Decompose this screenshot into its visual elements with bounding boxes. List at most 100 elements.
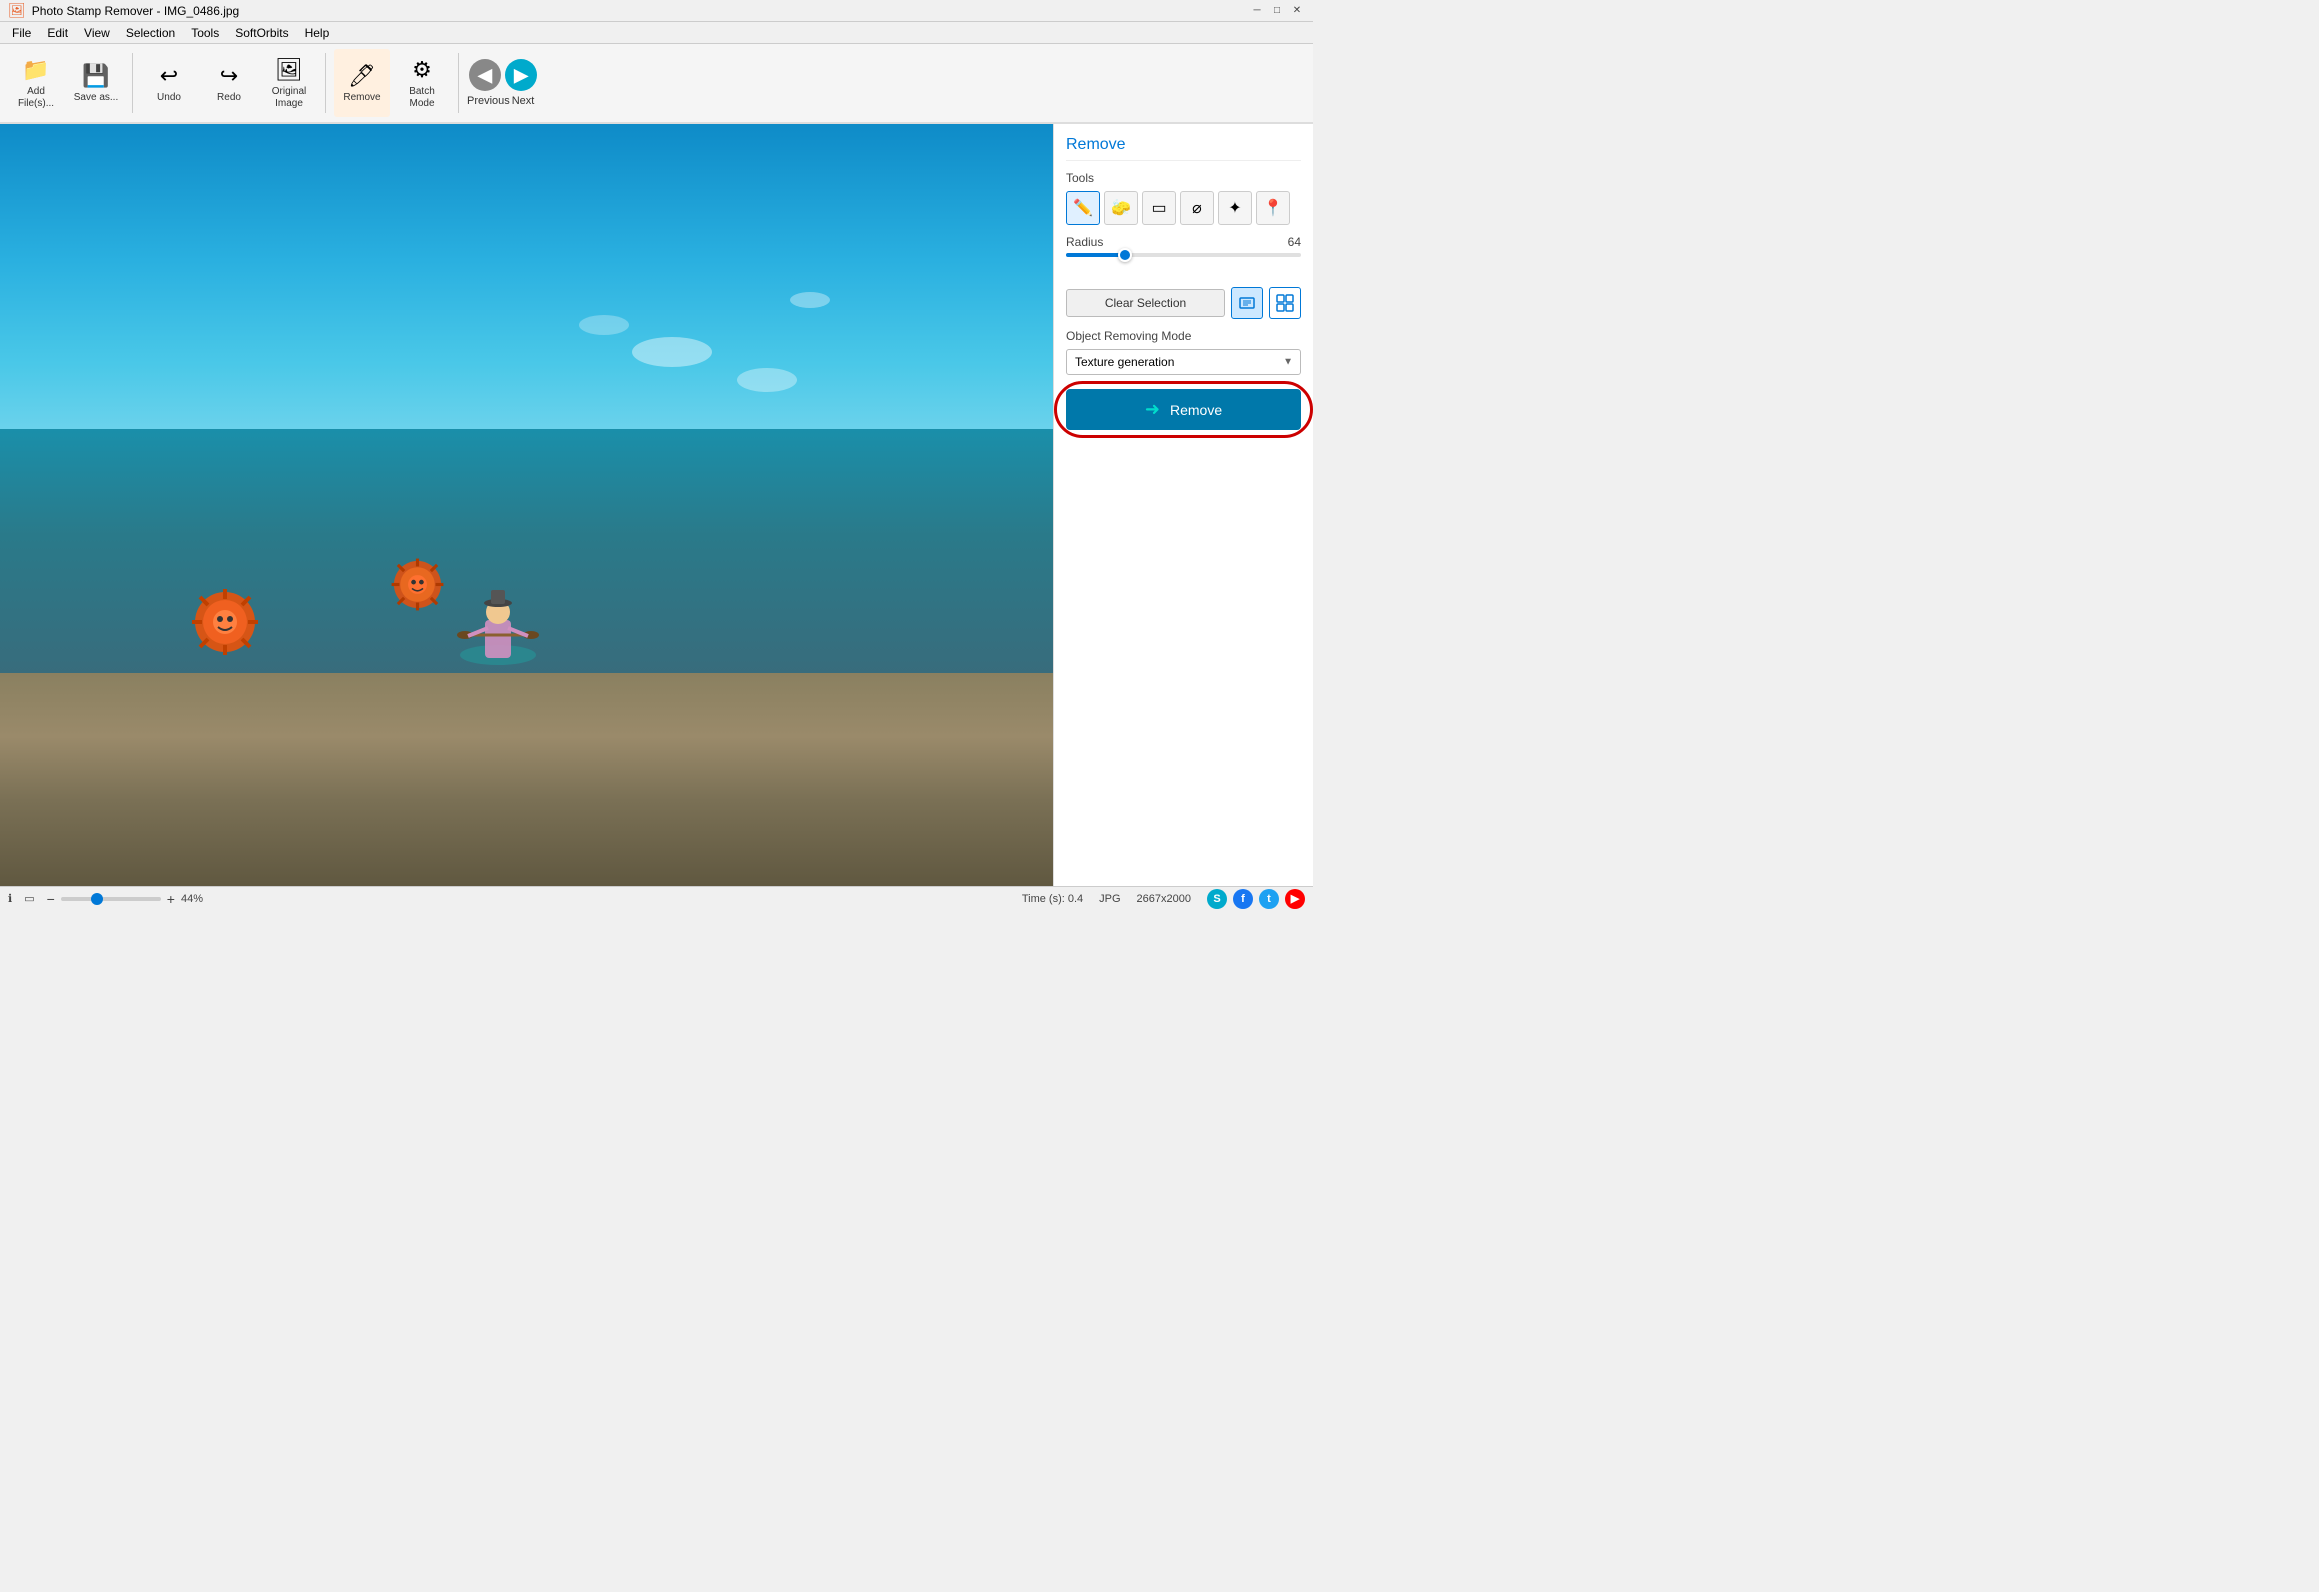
menu-view[interactable]: View — [76, 24, 118, 42]
previous-button[interactable]: ◀ — [469, 59, 501, 91]
remove-label: Remove — [343, 92, 380, 104]
object-removing-mode-section: Object Removing Mode Texture generation … — [1066, 329, 1301, 375]
next-label: Next — [507, 95, 539, 107]
redo-button[interactable]: ↪ Redo — [201, 49, 257, 117]
mode-select[interactable]: Texture generation — [1066, 349, 1301, 375]
remove-action-button[interactable]: ➜ Remove — [1066, 389, 1301, 430]
add-files-button[interactable]: 📁 Add File(s)... — [8, 49, 64, 117]
format-display: JPG — [1099, 893, 1120, 905]
nav-group: ◀ ▶ Previous Next — [467, 59, 539, 107]
menu-edit[interactable]: Edit — [39, 24, 76, 42]
clear-selection-row: Clear Selection — [1066, 287, 1301, 319]
save-label: Save as... — [74, 92, 118, 104]
radius-value: 64 — [1277, 235, 1301, 249]
redo-icon: ↪ — [220, 63, 238, 89]
toolbar-separator-1 — [132, 53, 133, 113]
radius-slider[interactable] — [1066, 253, 1301, 257]
undo-button[interactable]: ↩ Undo — [141, 49, 197, 117]
menu-selection[interactable]: Selection — [118, 24, 183, 42]
status-bar: ℹ ▭ − + 44% Time (s): 0.4 JPG 2667x2000 … — [0, 886, 1313, 910]
person-on-kayak — [453, 570, 543, 680]
previous-label: Previous — [467, 95, 499, 107]
spacer-1 — [1066, 267, 1301, 277]
add-files-icon: 📁 — [22, 57, 49, 83]
zoom-slider-thumb[interactable] — [91, 893, 103, 905]
close-button[interactable]: ✕ — [1289, 3, 1305, 19]
toolbar-separator-2 — [325, 53, 326, 113]
facebook-icon[interactable]: f — [1233, 889, 1253, 909]
remove-btn-label: Remove — [1170, 402, 1222, 418]
brush-tool-button[interactable]: ✏️ — [1066, 191, 1100, 225]
softorbits-icon[interactable]: S — [1207, 889, 1227, 909]
time-display: Time (s): 0.4 — [1022, 893, 1083, 905]
stamp-center — [390, 557, 445, 612]
toolbar-separator-3 — [458, 53, 459, 113]
main-layout: Remove Tools ✏️ 🧽 ▭ ⌀ ✦ 📍 Radius 64 — [0, 124, 1313, 886]
radius-label: Radius — [1066, 235, 1269, 249]
nav-labels: Previous Next — [467, 95, 539, 107]
menu-tools[interactable]: Tools — [183, 24, 227, 42]
zoom-percent: 44% — [181, 893, 203, 905]
undo-icon: ↩ — [160, 63, 178, 89]
cloud-4 — [790, 292, 830, 308]
eraser-tool-button[interactable]: 🧽 — [1104, 191, 1138, 225]
stamp-tool-button[interactable]: 📍 — [1256, 191, 1290, 225]
fit-to-window-button[interactable] — [1231, 287, 1263, 319]
twitter-icon[interactable]: t — [1259, 889, 1279, 909]
remove-arrow-icon: ➜ — [1145, 399, 1160, 420]
rect-select-icon: ▭ — [24, 892, 34, 905]
tools-row: ✏️ 🧽 ▭ ⌀ ✦ 📍 — [1066, 191, 1301, 225]
menu-file[interactable]: File — [4, 24, 39, 42]
menu-help[interactable]: Help — [297, 24, 338, 42]
app-icon: 🖼 — [8, 2, 26, 19]
youtube-icon[interactable]: ▶ — [1285, 889, 1305, 909]
redo-label: Redo — [217, 92, 241, 104]
status-right: Time (s): 0.4 JPG 2667x2000 S f t ▶ — [1022, 889, 1305, 909]
window-title: Photo Stamp Remover - IMG_0486.jpg — [32, 4, 1249, 18]
social-links: S f t ▶ — [1207, 889, 1305, 909]
stamp-left — [190, 587, 260, 657]
cloud-2 — [737, 368, 797, 392]
tools-section: Tools ✏️ 🧽 ▭ ⌀ ✦ 📍 — [1066, 171, 1301, 225]
canvas-image — [0, 124, 1053, 886]
right-panel: Remove Tools ✏️ 🧽 ▭ ⌀ ✦ 📍 Radius 64 — [1053, 124, 1313, 886]
maximize-button[interactable]: □ — [1269, 3, 1285, 19]
title-bar: 🖼 Photo Stamp Remover - IMG_0486.jpg ─ □… — [0, 0, 1313, 22]
panel-title: Remove — [1066, 136, 1301, 161]
zoom-slider[interactable] — [61, 897, 161, 901]
zoom-out-button[interactable]: − — [47, 891, 55, 907]
fit-window-icon — [1238, 294, 1256, 312]
nav-arrows: ◀ ▶ — [469, 59, 537, 91]
minimize-button[interactable]: ─ — [1249, 3, 1265, 19]
magic-wand-tool-button[interactable]: ✦ — [1218, 191, 1252, 225]
next-button[interactable]: ▶ — [505, 59, 537, 91]
original-image-icon: 🖼 — [275, 57, 303, 83]
original-image-button[interactable]: 🖼 Original Image — [261, 49, 317, 117]
lasso-tool-button[interactable]: ⌀ — [1180, 191, 1214, 225]
menu-softorbits[interactable]: SoftOrbits — [227, 24, 296, 42]
radius-slider-fill — [1066, 253, 1125, 257]
batch-mode-button[interactable]: ⚙ Batch Mode — [394, 49, 450, 117]
actual-size-button[interactable] — [1269, 287, 1301, 319]
dimensions-display: 2667x2000 — [1137, 893, 1191, 905]
remove-button[interactable]: 🖊 Remove — [334, 49, 390, 117]
toolbar: 📁 Add File(s)... 💾 Save as... ↩ Undo ↪ R… — [0, 44, 1313, 124]
undo-label: Undo — [157, 92, 181, 104]
clear-selection-button[interactable]: Clear Selection — [1066, 289, 1225, 317]
save-as-button[interactable]: 💾 Save as... — [68, 49, 124, 117]
sky-layer — [0, 124, 1053, 467]
batch-mode-label: Batch Mode — [399, 86, 445, 110]
menu-bar: File Edit View Selection Tools SoftOrbit… — [0, 22, 1313, 44]
object-removing-mode-label: Object Removing Mode — [1066, 329, 1301, 343]
canvas-area[interactable] — [0, 124, 1053, 886]
radius-section: Radius 64 — [1066, 235, 1301, 257]
batch-mode-icon: ⚙ — [412, 57, 432, 83]
tools-label: Tools — [1066, 171, 1301, 185]
add-files-label: Add File(s)... — [13, 86, 59, 110]
rect-select-tool-button[interactable]: ▭ — [1142, 191, 1176, 225]
cloud-3 — [579, 315, 629, 335]
radius-row: Radius 64 — [1066, 235, 1301, 249]
zoom-in-button[interactable]: + — [167, 891, 175, 907]
zoom-controls: − + 44% — [47, 891, 203, 907]
radius-slider-thumb[interactable] — [1118, 248, 1132, 262]
